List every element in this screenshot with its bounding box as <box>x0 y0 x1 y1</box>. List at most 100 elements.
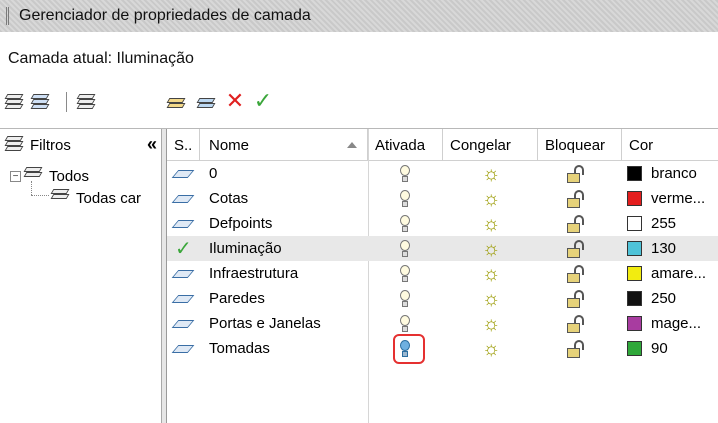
layer-status-icon <box>171 344 195 353</box>
table-row[interactable]: Portas e Janelas ☼ mage... <box>167 311 718 336</box>
column-lock[interactable]: Bloquear <box>538 129 622 161</box>
new-property-filter-icon[interactable] <box>4 90 26 112</box>
freeze-toggle[interactable]: ☼ <box>482 311 504 336</box>
status-cell[interactable] <box>171 286 200 311</box>
layer-name[interactable]: Cotas <box>209 186 369 211</box>
current-layer-label: Camada atual: Iluminação <box>8 50 194 67</box>
freeze-toggle[interactable]: ☼ <box>482 186 504 211</box>
tree-item-label: Todos <box>49 167 90 185</box>
layer-name[interactable]: Portas e Janelas <box>209 311 369 336</box>
set-current-icon[interactable]: ✓ <box>252 88 274 113</box>
lock-toggle[interactable] <box>567 236 589 261</box>
freeze-toggle[interactable]: ☼ <box>482 261 504 286</box>
lock-toggle[interactable] <box>567 161 589 186</box>
unlocked-icon <box>567 164 585 183</box>
table-row[interactable]: 0 ☼ branco <box>167 161 718 186</box>
color-cell[interactable]: verme... <box>627 186 718 211</box>
layer-status-icon <box>171 169 195 178</box>
table-row[interactable]: Paredes ☼ 250 <box>167 286 718 311</box>
on-toggle[interactable] <box>399 311 419 336</box>
color-cell[interactable]: 255 <box>627 211 718 236</box>
color-cell[interactable]: branco <box>627 161 718 186</box>
table-row[interactable]: Infraestrutura ☼ amare... <box>167 261 718 286</box>
unlocked-icon <box>567 339 585 358</box>
lock-toggle[interactable] <box>567 186 589 211</box>
color-swatch <box>627 316 642 331</box>
filters-header: Filtros « <box>0 129 161 161</box>
column-name[interactable]: Nome <box>200 129 368 161</box>
on-toggle[interactable] <box>399 161 419 186</box>
on-toggle[interactable] <box>399 211 419 236</box>
status-cell[interactable] <box>171 336 200 361</box>
column-on[interactable]: Ativada <box>368 129 443 161</box>
freeze-toggle[interactable]: ☼ <box>482 236 504 261</box>
lock-toggle[interactable] <box>567 336 589 361</box>
collapse-filters-button[interactable]: « <box>147 134 157 155</box>
status-cell[interactable] <box>171 186 200 211</box>
column-name-label: Nome <box>209 136 250 154</box>
freeze-toggle[interactable]: ☼ <box>482 286 504 311</box>
table-row[interactable]: Cotas ☼ verme... <box>167 186 718 211</box>
sun-icon: ☼ <box>482 162 501 185</box>
color-cell[interactable]: 90 <box>627 336 718 361</box>
sun-icon: ☼ <box>482 337 501 360</box>
layer-name[interactable]: Tomadas <box>209 336 369 361</box>
status-cell[interactable] <box>171 261 200 286</box>
on-toggle[interactable] <box>399 261 419 286</box>
status-cell[interactable] <box>171 311 200 336</box>
status-cell[interactable]: ✓ <box>175 236 200 261</box>
title-bar[interactable]: Gerenciador de propriedades de camada <box>0 0 718 32</box>
layer-name[interactable]: Paredes <box>209 286 369 311</box>
on-toggle[interactable] <box>399 286 419 311</box>
bulb-on-icon <box>399 289 411 308</box>
bulb-on-icon <box>399 214 411 233</box>
color-name: 255 <box>651 215 677 232</box>
freeze-toggle[interactable]: ☼ <box>482 336 504 361</box>
layer-name[interactable]: 0 <box>209 161 369 186</box>
color-cell[interactable]: 250 <box>627 286 718 311</box>
delete-layer-icon[interactable]: ✕ <box>224 88 246 113</box>
color-cell[interactable]: 130 <box>627 236 718 261</box>
lock-toggle[interactable] <box>567 286 589 311</box>
tree-item-todos[interactable]: − Todos <box>10 165 89 187</box>
unlocked-icon <box>567 314 585 333</box>
column-freeze[interactable]: Congelar <box>443 129 538 161</box>
layer-name[interactable]: Iluminação <box>209 236 369 261</box>
layer-status-icon <box>171 294 195 303</box>
color-cell[interactable]: amare... <box>627 261 718 286</box>
unlocked-icon <box>567 264 585 283</box>
on-toggle[interactable] <box>399 186 419 211</box>
on-toggle[interactable] <box>399 236 419 261</box>
layer-name[interactable]: Defpoints <box>209 211 369 236</box>
color-swatch <box>627 166 642 181</box>
column-status[interactable]: S.. <box>167 129 200 161</box>
new-layer-vp-frozen-icon[interactable] <box>196 90 218 112</box>
status-cell[interactable] <box>171 161 200 186</box>
sun-icon: ☼ <box>482 237 501 260</box>
freeze-toggle[interactable]: ☼ <box>482 161 504 186</box>
lock-toggle[interactable] <box>567 311 589 336</box>
color-swatch <box>627 191 642 206</box>
table-row[interactable]: Defpoints ☼ 255 <box>167 211 718 236</box>
bulb-on-icon <box>399 314 411 333</box>
title-grip[interactable] <box>6 7 9 25</box>
lock-toggle[interactable] <box>567 261 589 286</box>
lock-toggle[interactable] <box>567 211 589 236</box>
sun-icon: ☼ <box>482 187 501 210</box>
tree-expander[interactable]: − <box>10 170 21 182</box>
tree-item-all-used[interactable]: Todas car <box>50 187 141 209</box>
color-name: mage... <box>651 315 702 332</box>
table-row[interactable]: Tomadas ☼ 90 <box>167 336 718 361</box>
new-layer-icon[interactable] <box>166 90 188 112</box>
column-color[interactable]: Cor <box>622 129 718 161</box>
status-cell[interactable] <box>171 211 200 236</box>
color-cell[interactable]: mage... <box>627 311 718 336</box>
layer-name[interactable]: Infraestrutura <box>209 261 369 286</box>
color-swatch <box>627 216 642 231</box>
table-row[interactable]: ✓ Iluminação ☼ 130 <box>167 236 718 261</box>
layer-states-manager-icon[interactable] <box>76 90 98 112</box>
freeze-toggle[interactable]: ☼ <box>482 211 504 236</box>
color-swatch <box>627 266 642 281</box>
new-group-filter-icon[interactable] <box>30 90 52 112</box>
color-name: 130 <box>651 240 677 257</box>
